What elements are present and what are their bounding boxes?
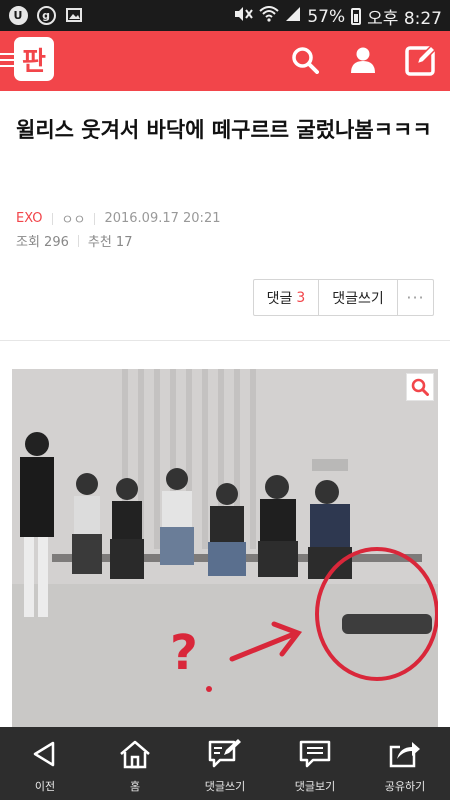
- nav-write-comment-label: 댓글쓰기: [204, 780, 246, 793]
- pann-logo[interactable]: 판: [14, 37, 54, 81]
- article-image[interactable]: ?: [12, 369, 438, 729]
- zoom-button[interactable]: [406, 373, 434, 401]
- divider: [51, 212, 53, 225]
- share-icon: [388, 737, 422, 771]
- nav-write-comment[interactable]: 댓글쓰기: [180, 727, 270, 800]
- view-comments-icon: [298, 737, 332, 771]
- status-bar: U g 57% 오후 8:27: [0, 0, 450, 31]
- zoom-icon: [411, 378, 429, 396]
- view-count: 조회 296: [16, 235, 69, 250]
- home-icon: [118, 737, 152, 771]
- notification-icons: U g: [8, 5, 84, 25]
- article-stats: 조회 296 추천 17: [16, 231, 132, 250]
- gallery-notification-icon: [64, 5, 84, 25]
- nav-view-comments[interactable]: 댓글보기: [270, 727, 360, 800]
- nav-share[interactable]: 공유하기: [360, 727, 450, 800]
- user-icon: [351, 47, 375, 73]
- back-icon: [28, 737, 62, 771]
- profile-button[interactable]: [346, 43, 380, 77]
- article-title: 윌리스 웃겨서 바닥에 떼구르르 굴렀나봄ㅋㅋㅋ: [16, 118, 432, 142]
- write-post-button[interactable]: [404, 43, 438, 77]
- comments-count: 3: [296, 289, 306, 306]
- g-notification-icon: g: [36, 5, 56, 25]
- search-button[interactable]: [288, 43, 322, 77]
- bottom-nav: 이전 홈 댓글쓰기 댓글보기 공유하기: [0, 727, 450, 800]
- nav-view-comments-label: 댓글보기: [294, 780, 336, 793]
- comments-label: 댓글: [266, 290, 293, 307]
- category-link[interactable]: EXO: [16, 211, 43, 226]
- photo-illustration: ?: [12, 369, 438, 729]
- mute-icon: [233, 6, 254, 27]
- edit-icon: [405, 44, 437, 76]
- annotation-question-mark: ?: [170, 625, 198, 681]
- post-date: 2016.09.17 20:21: [104, 211, 221, 226]
- nav-home[interactable]: 홈: [90, 727, 180, 800]
- write-comment-button[interactable]: 댓글쓰기: [319, 280, 398, 315]
- divider: [77, 234, 79, 247]
- comments-button[interactable]: 댓글 3: [254, 280, 319, 315]
- nav-back[interactable]: 이전: [0, 727, 90, 800]
- signal-icon: [285, 6, 301, 27]
- search-icon: [292, 47, 319, 74]
- nav-back-label: 이전: [34, 780, 56, 793]
- more-button[interactable]: ···: [398, 280, 433, 315]
- write-comment-icon: [208, 737, 242, 771]
- divider: [94, 212, 96, 225]
- article-actions: 댓글 3 댓글쓰기 ···: [253, 279, 434, 316]
- battery-percent: 57%: [307, 6, 346, 27]
- section-divider: [0, 340, 450, 341]
- article-meta: EXO ㅇㅇ 2016.09.17 20:21: [16, 209, 220, 228]
- recommend-count: 추천 17: [87, 235, 133, 250]
- u-notification-icon: U: [8, 5, 28, 25]
- menu-icon[interactable]: [0, 53, 14, 71]
- system-indicators: 57% 오후 8:27: [233, 4, 442, 29]
- author-name[interactable]: ㅇㅇ: [62, 209, 86, 228]
- nav-home-label: 홈: [129, 780, 141, 793]
- battery-icon: [351, 8, 362, 25]
- app-header: 판: [0, 31, 450, 91]
- nav-share-label: 공유하기: [384, 780, 426, 793]
- clock: 오후 8:27: [367, 9, 442, 29]
- wifi-icon: [259, 6, 280, 27]
